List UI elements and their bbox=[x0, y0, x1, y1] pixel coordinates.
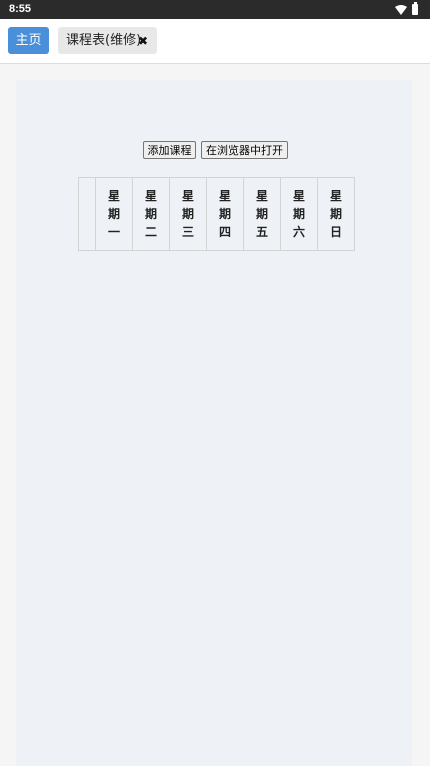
tab-home[interactable]: 主页 bbox=[8, 27, 49, 54]
day-header-sat: 星期六 bbox=[280, 177, 318, 251]
day-header-thu: 星期四 bbox=[206, 177, 244, 251]
day-header-wed: 星期三 bbox=[169, 177, 207, 251]
open-in-browser-button[interactable]: 在浏览器中打开 bbox=[201, 141, 288, 159]
timetable: 星期一 星期二 星期三 星期四 星期五 星期六 星期日 bbox=[78, 177, 355, 251]
wifi-icon bbox=[395, 5, 407, 15]
tab-course-schedule-label: 课程表(维修) bbox=[66, 33, 142, 48]
day-header-tue: 星期二 bbox=[132, 177, 170, 251]
add-course-button[interactable]: 添加课程 bbox=[143, 141, 196, 159]
close-icon[interactable]: ✖ bbox=[138, 28, 148, 55]
status-bar: 8:55 bbox=[0, 0, 430, 19]
timetable-header-row: 星期一 星期二 星期三 星期四 星期五 星期六 星期日 bbox=[78, 177, 355, 251]
course-schedule-panel: 添加课程 在浏览器中打开 星期一 星期二 星期三 星期四 星期五 星期六 星期日 bbox=[16, 80, 412, 766]
tab-course-schedule[interactable]: 课程表(维修) ✖ bbox=[58, 27, 157, 54]
day-header-fri: 星期五 bbox=[243, 177, 281, 251]
timetable-corner-cell bbox=[78, 177, 96, 251]
tab-bar: 主页 课程表(维修) ✖ bbox=[0, 19, 430, 64]
day-header-sun: 星期日 bbox=[317, 177, 355, 251]
battery-icon bbox=[412, 2, 418, 15]
day-header-mon: 星期一 bbox=[95, 177, 133, 251]
status-time: 8:55 bbox=[9, 3, 32, 15]
